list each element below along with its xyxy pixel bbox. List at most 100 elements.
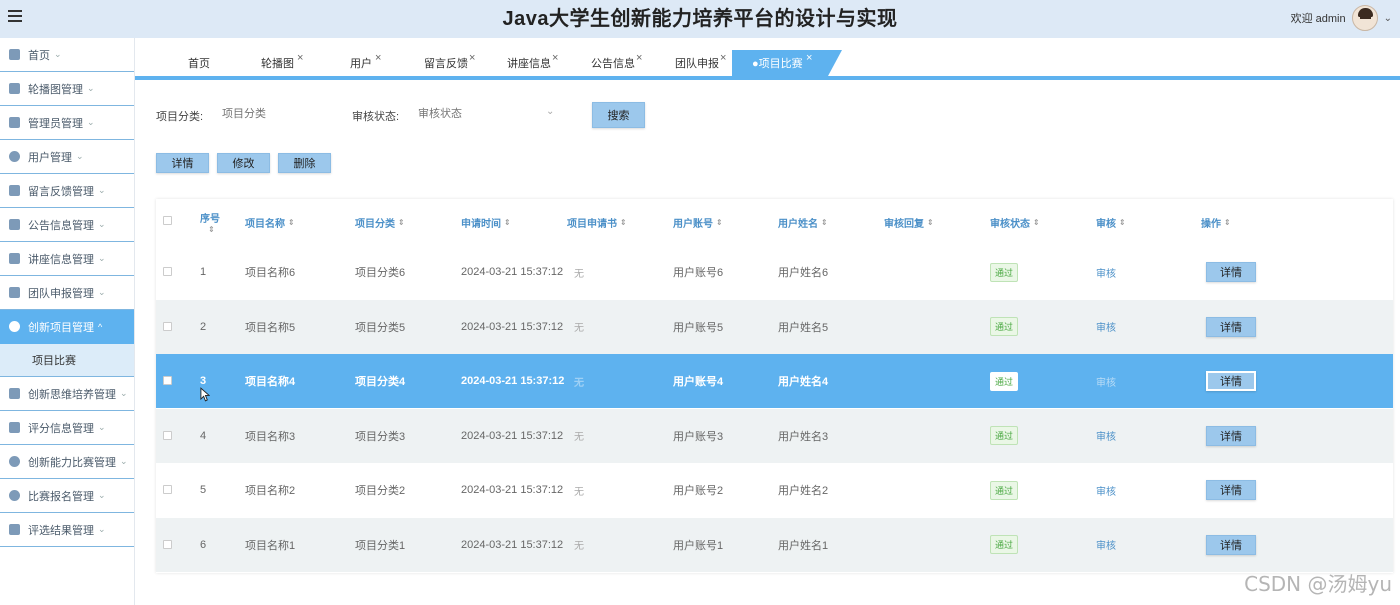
column-header-account[interactable]: 用户账号 ⇕ bbox=[673, 199, 723, 245]
sidebar-item-innovation-projects[interactable]: 创新项目管理 ^ bbox=[0, 310, 134, 344]
sidebar-item-lectures[interactable]: 讲座信息管理 ⌄ bbox=[0, 242, 134, 276]
search-button[interactable]: 搜索 bbox=[592, 102, 645, 128]
sidebar-item-innovative-thinking[interactable]: 创新思维培养管理 ⌄ bbox=[0, 377, 134, 411]
row-detail-button[interactable]: 详情 bbox=[1206, 371, 1256, 391]
close-icon[interactable]: × bbox=[806, 44, 812, 72]
sort-icon[interactable]: ⇕ bbox=[716, 218, 723, 227]
table-row[interactable]: 6 项目名称1 项目分类1 2024-03-21 15:37:12 无 用户账号1 用户姓名… bbox=[156, 517, 1393, 572]
audit-link[interactable]: 审核 bbox=[1096, 428, 1116, 443]
audit-link[interactable]: 审核 bbox=[1096, 374, 1116, 389]
row-detail-button[interactable]: 详情 bbox=[1206, 480, 1256, 500]
data-table: 序号 ⇕ 项目名称 ⇕ 项目分类 ⇕ 申请时间 ⇕ 项目申请书 ⇕ 用户账号 ⇕ 用户姓名 ⇕… bbox=[156, 199, 1393, 573]
sidebar-item-carousel[interactable]: 轮播图管理 ⌄ bbox=[0, 72, 134, 106]
column-header-operation[interactable]: 操作 ⇕ bbox=[1201, 199, 1231, 245]
close-icon[interactable]: × bbox=[375, 44, 381, 72]
row-checkbox[interactable] bbox=[163, 267, 172, 276]
column-header-audit[interactable]: 审核 ⇕ bbox=[1096, 199, 1126, 245]
sort-icon[interactable]: ⇕ bbox=[504, 218, 511, 227]
audit-link[interactable]: 审核 bbox=[1096, 319, 1116, 334]
column-header-time[interactable]: 申请时间 ⇕ bbox=[461, 199, 511, 245]
row-detail-button[interactable]: 详情 bbox=[1206, 316, 1256, 337]
row-detail-button[interactable]: 详情 bbox=[1206, 425, 1256, 446]
status-select[interactable] bbox=[418, 106, 538, 122]
sidebar-item-label: 比赛报名管理 bbox=[28, 490, 94, 503]
status-badge: 通过 bbox=[990, 317, 1019, 336]
audit-link[interactable]: 审核 bbox=[1096, 265, 1116, 280]
column-header-audit-reply[interactable]: 审核回复 ⇕ bbox=[884, 199, 934, 245]
chevron-down-icon[interactable]: ⌄ bbox=[546, 106, 554, 117]
audit-link[interactable]: 审核 bbox=[1096, 483, 1116, 498]
sort-icon[interactable]: ⇕ bbox=[1033, 218, 1040, 227]
sort-icon[interactable]: ⇕ bbox=[208, 225, 215, 234]
chevron-down-icon[interactable]: ⌄ bbox=[1384, 13, 1392, 24]
column-header-name[interactable]: 项目名称 ⇕ bbox=[245, 199, 295, 245]
sidebar-item-home[interactable]: 首页 ⌄ bbox=[0, 38, 134, 72]
status-badge: 通过 bbox=[990, 535, 1019, 554]
tab-project-competition[interactable]: ●项目比赛 × bbox=[732, 50, 842, 76]
tab-lectures[interactable]: 讲座信息 × bbox=[487, 50, 558, 77]
sort-icon[interactable]: ⇕ bbox=[1224, 218, 1231, 227]
table-row[interactable]: 4 项目名称3 项目分类3 2024-03-21 15:37:12 无 用户账号3 用户姓名… bbox=[156, 408, 1393, 463]
row-checkbox[interactable] bbox=[163, 485, 172, 494]
grid-icon bbox=[9, 422, 20, 433]
audit-link[interactable]: 审核 bbox=[1096, 537, 1116, 552]
column-header-username[interactable]: 用户姓名 ⇕ bbox=[778, 199, 828, 245]
tab-team-apply[interactable]: 团队申报 × bbox=[655, 50, 726, 77]
sidebar-item-registrations[interactable]: 比赛报名管理 ⌄ bbox=[0, 479, 134, 513]
sidebar-item-competitions[interactable]: 创新能力比赛管理 ⌄ bbox=[0, 445, 134, 479]
table-row[interactable]: 2 项目名称5 项目分类5 2024-03-21 15:37:12 无 用户账号5 用户姓名… bbox=[156, 299, 1393, 354]
row-checkbox[interactable] bbox=[163, 539, 172, 549]
tab-carousel[interactable]: 轮播图 × bbox=[241, 50, 303, 77]
drop-icon bbox=[9, 490, 20, 501]
tab-notices[interactable]: 公告信息 × bbox=[571, 50, 642, 77]
sort-icon[interactable]: ⇕ bbox=[288, 218, 295, 227]
sidebar-item-notices[interactable]: 公告信息管理 ⌄ bbox=[0, 208, 134, 242]
cell-status: 通过 bbox=[990, 245, 1019, 299]
cell-doc: 无 bbox=[574, 541, 584, 552]
close-icon[interactable]: × bbox=[297, 44, 303, 72]
select-all-checkbox[interactable] bbox=[163, 216, 172, 225]
table-row[interactable]: 1 项目名称6 项目分类6 2024-03-21 15:37:12 无 用户账号6 用户姓名… bbox=[156, 245, 1393, 299]
tab-home[interactable]: 首页 bbox=[168, 50, 210, 77]
sort-icon[interactable]: ⇕ bbox=[398, 218, 405, 227]
close-icon[interactable]: × bbox=[720, 44, 726, 72]
sort-icon[interactable]: ⇕ bbox=[1119, 218, 1126, 227]
close-icon[interactable]: × bbox=[469, 44, 475, 72]
tab-users[interactable]: 用户 × bbox=[330, 50, 381, 77]
sort-icon[interactable]: ⇕ bbox=[927, 218, 934, 227]
sort-icon[interactable]: ⇕ bbox=[620, 218, 627, 227]
column-header-no[interactable]: 序号 ⇕ bbox=[198, 199, 222, 245]
cart-icon bbox=[9, 219, 20, 230]
sidebar-item-feedback[interactable]: 留言反馈管理 ⌄ bbox=[0, 174, 134, 208]
avatar[interactable] bbox=[1351, 5, 1378, 31]
table-row[interactable]: 3 项目名称4 项目分类4 2024-03-21 15:37:12 无用户账号4 用户姓名… bbox=[156, 354, 1393, 408]
sidebar-item-users[interactable]: 用户管理 ⌄ bbox=[0, 140, 134, 174]
column-header-audit-status[interactable]: 审核状态 ⇕ bbox=[990, 199, 1040, 245]
column-header-application-doc[interactable]: 项目申请书 ⇕ bbox=[567, 199, 627, 245]
row-detail-button[interactable]: 详情 bbox=[1206, 262, 1256, 282]
delete-button[interactable]: 删除 bbox=[278, 153, 331, 173]
sort-icon[interactable]: ⇕ bbox=[821, 218, 828, 227]
cell-category: 项目分类5 bbox=[355, 321, 406, 334]
row-checkbox[interactable] bbox=[163, 376, 172, 385]
row-detail-button[interactable]: 详情 bbox=[1206, 534, 1256, 555]
column-label: 审核状态 bbox=[990, 218, 1030, 230]
sidebar-item-team-apply[interactable]: 团队申报管理 ⌄ bbox=[0, 276, 134, 310]
row-checkbox[interactable] bbox=[163, 321, 172, 331]
column-header-category[interactable]: 项目分类 ⇕ bbox=[355, 199, 405, 245]
category-input[interactable] bbox=[222, 106, 332, 122]
sidebar-item-admins[interactable]: 管理员管理 ⌄ bbox=[0, 106, 134, 140]
sidebar-item-scores[interactable]: 评分信息管理 ⌄ bbox=[0, 411, 134, 445]
user-menu[interactable]: 欢迎 admin ⌄ bbox=[1291, 4, 1392, 32]
tab-feedback[interactable]: 留言反馈 × bbox=[404, 50, 475, 77]
sidebar-item-results[interactable]: 评选结果管理 ⌄ bbox=[0, 513, 134, 547]
row-checkbox[interactable] bbox=[163, 430, 172, 440]
tab-label: 公告信息 bbox=[591, 58, 635, 70]
close-icon[interactable]: × bbox=[636, 44, 642, 72]
table-row[interactable]: 5 项目名称2 项目分类2 2024-03-21 15:37:12 无 用户账号2 用户姓名… bbox=[156, 463, 1393, 517]
edit-button[interactable]: 修改 bbox=[217, 153, 270, 173]
detail-button[interactable]: 详情 bbox=[156, 153, 209, 173]
close-icon[interactable]: × bbox=[552, 44, 558, 72]
cell-username: 用户姓名5 bbox=[778, 321, 829, 334]
sidebar-subitem-project-competition[interactable]: 项目比赛 bbox=[0, 344, 134, 377]
